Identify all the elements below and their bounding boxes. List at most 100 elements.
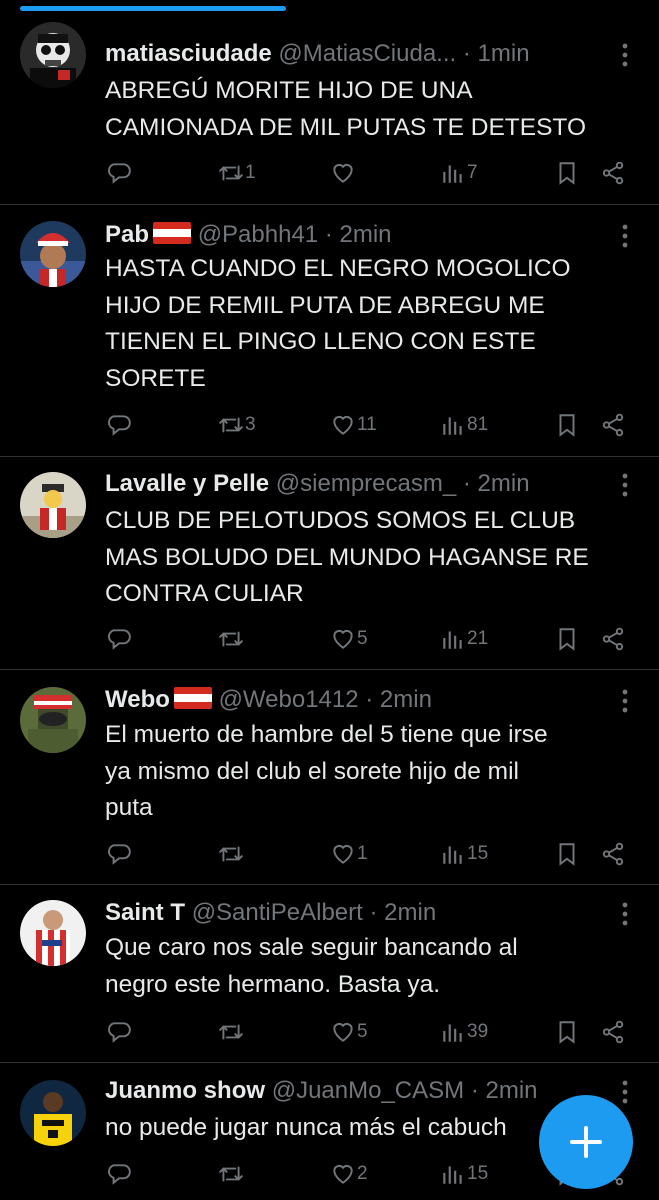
tweet[interactable]: Lavalle y Pelle @siemprecasm_ · 2min CLUB… xyxy=(0,457,659,670)
display-name[interactable]: Juanmo show xyxy=(105,1077,265,1104)
user-handle[interactable]: @MatiasCiuda... xyxy=(278,40,456,67)
reply-icon xyxy=(106,1019,132,1045)
like-button[interactable]: 1 xyxy=(330,838,368,870)
share-button[interactable] xyxy=(600,623,626,655)
bookmark-button[interactable] xyxy=(554,409,580,441)
retweet-button[interactable]: 1 xyxy=(218,157,256,189)
reply-button[interactable] xyxy=(106,838,133,870)
avatar[interactable] xyxy=(20,687,86,753)
likes-count: 11 xyxy=(357,414,377,435)
retweet-button[interactable] xyxy=(218,1158,245,1190)
share-icon xyxy=(600,412,626,438)
reply-icon xyxy=(106,1161,132,1187)
reply-icon xyxy=(106,626,132,652)
bookmark-button[interactable] xyxy=(554,157,580,189)
views-button[interactable]: 39 xyxy=(440,1016,488,1048)
reply-button[interactable] xyxy=(106,409,133,441)
bookmark-button[interactable] xyxy=(554,838,580,870)
views-button[interactable]: 7 xyxy=(440,157,478,189)
reply-icon xyxy=(106,160,132,186)
reply-button[interactable] xyxy=(106,1016,133,1048)
like-button[interactable]: 2 xyxy=(330,1158,368,1190)
retweet-button[interactable]: 3 xyxy=(218,409,256,441)
reply-button[interactable] xyxy=(106,1158,133,1190)
bookmark-icon xyxy=(554,160,580,186)
share-button[interactable] xyxy=(600,1016,626,1048)
heart-icon xyxy=(330,1161,356,1187)
views-button[interactable]: 15 xyxy=(440,838,488,870)
likes-count: 5 xyxy=(357,628,368,649)
avatar[interactable] xyxy=(20,1080,86,1146)
like-button[interactable] xyxy=(330,157,357,189)
more-icon[interactable] xyxy=(615,687,635,715)
display-name[interactable]: Pab xyxy=(105,221,149,248)
tweet-header: Webo @Webo1412 · 2min xyxy=(105,685,619,715)
user-handle[interactable]: @siemprecasm_ xyxy=(276,470,456,497)
tweet-text-line: Que caro nos sale seguir bancando al xyxy=(105,934,518,961)
user-handle[interactable]: @SantiPeAlbert xyxy=(192,899,363,926)
avatar[interactable] xyxy=(20,900,86,966)
loading-progress-bar xyxy=(0,0,659,13)
retweets-count: 1 xyxy=(245,162,256,183)
tweet-header: Juanmo show @JuanMo_CASM · 2min xyxy=(105,1076,619,1106)
heart-icon xyxy=(330,841,356,867)
timestamp[interactable]: 2min xyxy=(485,1077,537,1104)
views-button[interactable]: 81 xyxy=(440,409,488,441)
retweet-button[interactable] xyxy=(218,623,245,655)
tweet-text-line: HIJO DE REMIL PUTA DE ABREGU ME xyxy=(105,291,545,319)
like-button[interactable]: 5 xyxy=(330,1016,368,1048)
tweet-header: Pab @Pabhh41 · 2min xyxy=(105,220,619,250)
timestamp[interactable]: 2min xyxy=(340,221,392,248)
retweet-icon xyxy=(218,626,244,652)
tweet-text: ABREGÚ MORITE HIJO DE UNA CAMIONADA DE MI… xyxy=(105,73,641,146)
views-button[interactable]: 21 xyxy=(440,623,488,655)
avatar[interactable] xyxy=(20,22,86,88)
avatar[interactable] xyxy=(20,221,86,287)
timestamp[interactable]: 2min xyxy=(478,470,530,497)
retweet-button[interactable] xyxy=(218,838,245,870)
likes-count: 1 xyxy=(357,843,368,864)
display-name[interactable]: Saint T xyxy=(105,899,185,926)
tweet[interactable]: Pab @Pabhh41 · 2min HASTA CUANDO EL NEGRO… xyxy=(0,205,659,457)
tweet-text-line: CONTRA CULIAR xyxy=(105,580,304,607)
like-button[interactable]: 5 xyxy=(330,623,368,655)
more-icon[interactable] xyxy=(615,1078,635,1106)
display-name[interactable]: Webo xyxy=(105,686,170,713)
more-icon[interactable] xyxy=(615,41,635,69)
more-icon[interactable] xyxy=(615,222,635,250)
retweet-button[interactable] xyxy=(218,1016,245,1048)
tweet[interactable]: Saint T @SantiPeAlbert · 2min Que caro no… xyxy=(0,885,659,1063)
bookmark-button[interactable] xyxy=(554,1016,580,1048)
timestamp[interactable]: 2min xyxy=(384,899,436,926)
display-name[interactable]: Lavalle y Pelle xyxy=(105,470,269,497)
separator-dot: · xyxy=(470,1077,479,1104)
share-button[interactable] xyxy=(600,157,626,189)
like-button[interactable]: 11 xyxy=(330,409,377,441)
timestamp[interactable]: 1min xyxy=(478,40,530,67)
separator-dot: · xyxy=(462,40,471,67)
retweet-icon xyxy=(218,1019,244,1045)
reply-button[interactable] xyxy=(106,157,133,189)
compose-button[interactable] xyxy=(539,1095,633,1189)
user-handle[interactable]: @Webo1412 xyxy=(219,686,359,713)
heart-icon xyxy=(330,412,356,438)
tweet-text-line: puta xyxy=(105,794,153,821)
reply-button[interactable] xyxy=(106,623,133,655)
views-button[interactable]: 15 xyxy=(440,1158,488,1190)
more-icon[interactable] xyxy=(615,900,635,928)
share-button[interactable] xyxy=(600,409,626,441)
timestamp[interactable]: 2min xyxy=(380,686,432,713)
tweet-text-line: negro este hermano. Basta ya. xyxy=(105,970,441,998)
tweet[interactable]: matiasciudade @MatiasCiuda... · 1min ABRE… xyxy=(0,22,659,205)
user-handle[interactable]: @Pabhh41 xyxy=(198,221,318,248)
share-button[interactable] xyxy=(600,838,626,870)
share-icon xyxy=(600,1019,626,1045)
compose-plus-icon xyxy=(570,1126,602,1158)
display-name[interactable]: matiasciudade xyxy=(105,40,272,67)
avatar[interactable] xyxy=(20,472,86,538)
tweet[interactable]: Webo @Webo1412 · 2min El muerto de hambre… xyxy=(0,670,659,885)
more-icon[interactable] xyxy=(615,471,635,499)
separator-dot: · xyxy=(462,470,471,497)
user-handle[interactable]: @JuanMo_CASM xyxy=(272,1077,464,1104)
bookmark-button[interactable] xyxy=(554,623,580,655)
